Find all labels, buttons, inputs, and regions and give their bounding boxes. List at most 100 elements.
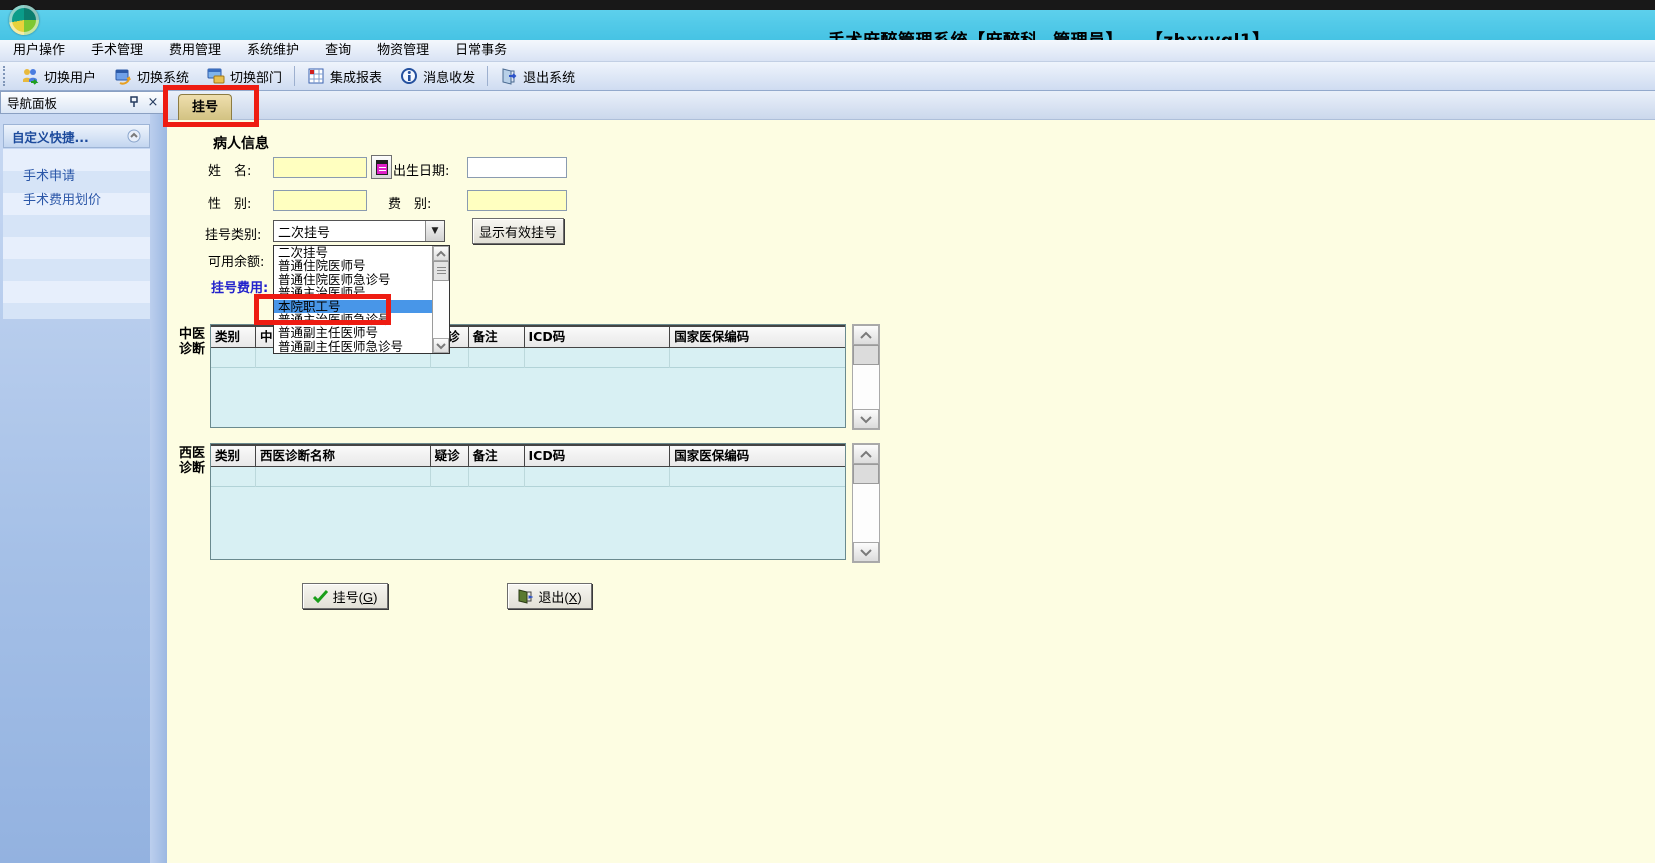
menu-fee-management[interactable]: 费用管理 (156, 40, 234, 62)
col-icd-code: ICD码 (524, 325, 671, 347)
sidebar-group-custom-shortcuts[interactable]: 自定义快捷... (3, 124, 150, 148)
integrated-reports-label: 集成报表 (330, 70, 383, 86)
name-input[interactable] (273, 157, 367, 178)
exit-system-icon (500, 67, 518, 85)
scrollbar-track[interactable] (853, 484, 879, 542)
fee-type-input[interactable] (467, 190, 567, 211)
available-balance-label: 可用余额: (208, 255, 265, 270)
switch-system-button[interactable]: 切换系统 (105, 63, 198, 89)
wm-diagnosis-row-label: 西医 诊断 (178, 446, 205, 476)
dropdown-option[interactable]: 普通主治医师急诊号 (274, 313, 432, 326)
fee-type-label: 费 别: (388, 197, 432, 212)
scrollbar-track[interactable] (433, 281, 449, 338)
dropdown-option[interactable]: 普通副主任医师号 (274, 326, 432, 339)
wm-diagnosis-table: 类别 西医诊断名称 疑诊 备注 ICD码 国家医保编码 (210, 443, 846, 560)
registration-fee-label: 挂号费用: (211, 281, 269, 296)
dropdown-option[interactable]: 普通住院医师号 (274, 259, 432, 272)
tcm-table-scrollbar[interactable] (852, 324, 880, 430)
toolbar-grip[interactable] (3, 66, 7, 86)
scroll-up-icon[interactable] (853, 444, 879, 464)
col-suspected: 疑诊 (430, 444, 469, 466)
dropdown-scrollbar[interactable] (432, 246, 449, 353)
scrollbar-thumb[interactable] (433, 261, 449, 281)
exit-system-button[interactable]: 退出系统 (491, 63, 584, 89)
exit-door-icon (517, 588, 534, 604)
card-reader-icon (375, 159, 388, 175)
scrollbar-thumb[interactable] (853, 464, 879, 484)
integrated-reports-button[interactable]: 集成报表 (298, 63, 391, 89)
gender-input[interactable] (273, 190, 367, 211)
scroll-down-icon[interactable] (433, 338, 449, 353)
messages-label: 消息收发 (423, 70, 476, 86)
patient-lookup-button[interactable] (371, 155, 392, 179)
registration-type-label: 挂号类别: (205, 228, 262, 243)
scroll-up-icon[interactable] (433, 246, 449, 261)
chevron-up-icon[interactable] (127, 129, 141, 143)
dropdown-option[interactable]: 普通主治医师号 (274, 286, 432, 299)
tab-registration[interactable]: 挂号 (178, 94, 232, 120)
registration-type-value: 二次挂号 (278, 225, 331, 241)
sidebar-item-surgery-request[interactable]: 手术申请 (3, 166, 150, 188)
col-wm-diagnosis-name: 西医诊断名称 (255, 444, 431, 466)
patient-info-title: 病人信息 (213, 136, 269, 152)
dropdown-option[interactable]: 普通副主任医师急诊号 (274, 339, 432, 353)
menu-material-management[interactable]: 物资管理 (364, 40, 442, 62)
switch-system-label: 切换系统 (137, 70, 190, 86)
wm-table-header: 类别 西医诊断名称 疑诊 备注 ICD码 国家医保编码 (211, 444, 846, 467)
switch-user-button[interactable]: 切换用户 (12, 63, 105, 89)
sidebar-group-label: 自定义快捷... (12, 129, 89, 145)
switch-department-icon (207, 67, 225, 85)
dropdown-option[interactable]: 二次挂号 (274, 246, 432, 259)
scrollbar-track[interactable] (853, 365, 879, 409)
sidebar-item-surgery-fee-pricing[interactable]: 手术费用划价 (3, 190, 150, 212)
dropdown-option-selected[interactable]: 本院职工号 (274, 299, 432, 313)
messages-button[interactable]: 消息收发 (391, 63, 484, 89)
col-national-insurance-code: 国家医保编码 (670, 444, 846, 466)
scroll-up-icon[interactable] (853, 325, 879, 345)
col-icd-code: ICD码 (524, 444, 671, 466)
register-button[interactable]: 挂号(G) (302, 583, 388, 609)
desktop-top-strip (0, 0, 1655, 10)
toolbar-separator (294, 66, 296, 86)
switch-department-button[interactable]: 切换部门 (198, 63, 291, 89)
app-logo-icon (9, 5, 39, 35)
switch-system-icon (114, 67, 132, 85)
col-category: 类别 (211, 444, 256, 466)
birthdate-input[interactable] (467, 157, 567, 178)
birthdate-label: 出生日期: (393, 164, 450, 179)
dropdown-option[interactable]: 普通住院医师急诊号 (274, 273, 432, 286)
exit-button[interactable]: 退出(X) (507, 583, 592, 609)
combobox-dropdown-button[interactable]: ▼ (425, 221, 444, 241)
switch-user-icon (21, 67, 39, 85)
menu-user-operations[interactable]: 用户操作 (0, 40, 78, 62)
messages-icon (400, 67, 418, 85)
switch-user-label: 切换用户 (44, 70, 97, 86)
scroll-down-icon[interactable] (853, 409, 879, 429)
registration-type-combobox[interactable]: 二次挂号 ▼ (273, 220, 445, 242)
integrated-reports-icon (307, 67, 325, 85)
navigation-panel-header: 导航面板 × (0, 91, 167, 114)
scrollbar-thumb[interactable] (853, 345, 879, 365)
tab-strip (167, 91, 1655, 120)
check-icon (312, 589, 328, 603)
close-icon[interactable]: × (146, 95, 160, 110)
gender-label: 性 别: (208, 197, 252, 212)
sidebar-right-strip (150, 114, 167, 863)
titlebar: 手术麻醉管理系统【麻醉科--管理员】---【zhxyygl1】 (0, 10, 1655, 51)
menu-system-maintenance[interactable]: 系统维护 (234, 40, 312, 62)
menu-daily-affairs[interactable]: 日常事务 (442, 40, 520, 62)
menu-query[interactable]: 查询 (312, 40, 364, 62)
scroll-down-icon[interactable] (853, 542, 879, 562)
col-category: 类别 (211, 325, 256, 347)
menu-bar: 用户操作 手术管理 费用管理 系统维护 查询 物资管理 日常事务 (0, 40, 1655, 62)
registration-type-dropdown-list: 二次挂号 普通住院医师号 普通住院医师急诊号 普通主治医师号 本院职工号 普通主… (273, 245, 450, 354)
wm-table-scrollbar[interactable] (852, 443, 880, 563)
toolbar-separator (487, 66, 489, 86)
name-label: 姓 名: (208, 164, 252, 179)
show-valid-registrations-button[interactable]: 显示有效挂号 (472, 218, 564, 244)
col-remark: 备注 (468, 325, 525, 347)
exit-system-label: 退出系统 (523, 70, 576, 86)
toolbar: 切换用户 切换系统 切换部门 集成报表 消息收发 退出系统 (0, 62, 1655, 91)
pin-icon[interactable] (128, 95, 142, 110)
menu-surgery-management[interactable]: 手术管理 (78, 40, 156, 62)
